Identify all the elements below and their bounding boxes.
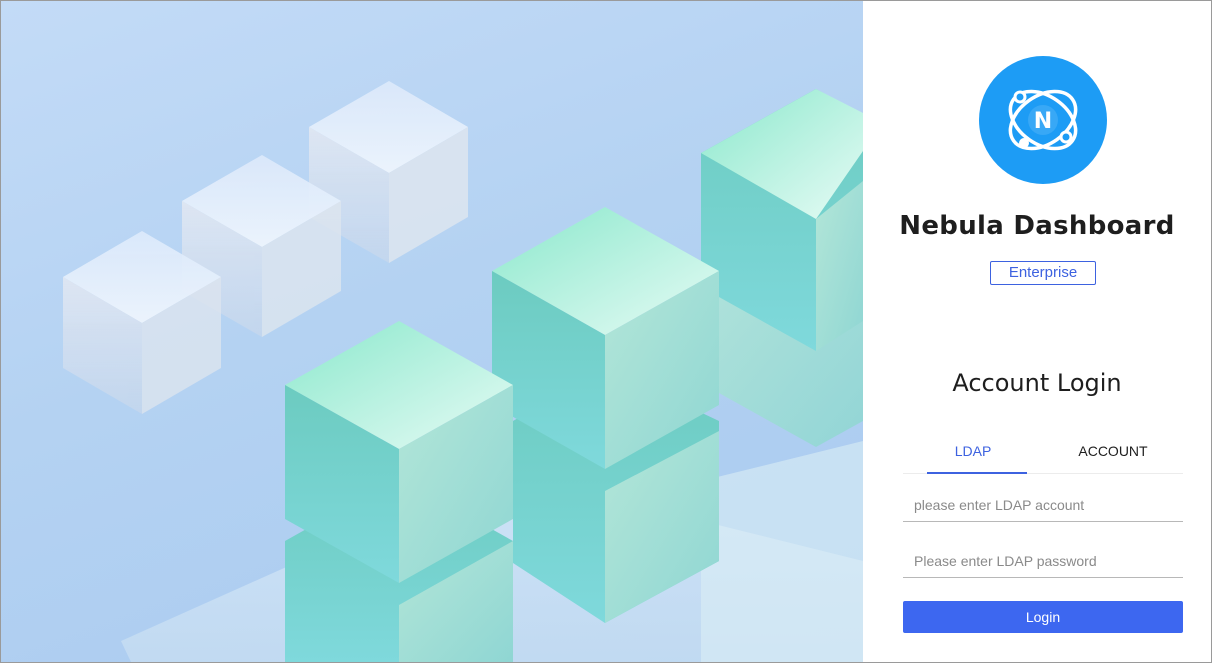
ldap-password-input[interactable] [903,544,1183,578]
app-title: Nebula Dashboard [899,211,1175,241]
ldap-account-input[interactable] [903,488,1183,522]
login-window: N Nebula Dashboard Enterprise Account Lo… [0,0,1212,663]
login-tabs: LDAP ACCOUNT [903,429,1183,474]
hero-illustration [1,1,863,662]
tab-account[interactable]: ACCOUNT [1043,429,1183,473]
tab-ldap[interactable]: LDAP [903,429,1043,474]
login-panel: N Nebula Dashboard Enterprise Account Lo… [863,1,1211,662]
login-button[interactable]: Login [903,601,1183,633]
edition-badge: Enterprise [990,261,1096,285]
nebula-logo-icon: N [979,56,1107,184]
svg-text:N: N [1034,109,1052,134]
login-heading: Account Login [952,369,1122,397]
cubes-illustration [63,81,863,662]
